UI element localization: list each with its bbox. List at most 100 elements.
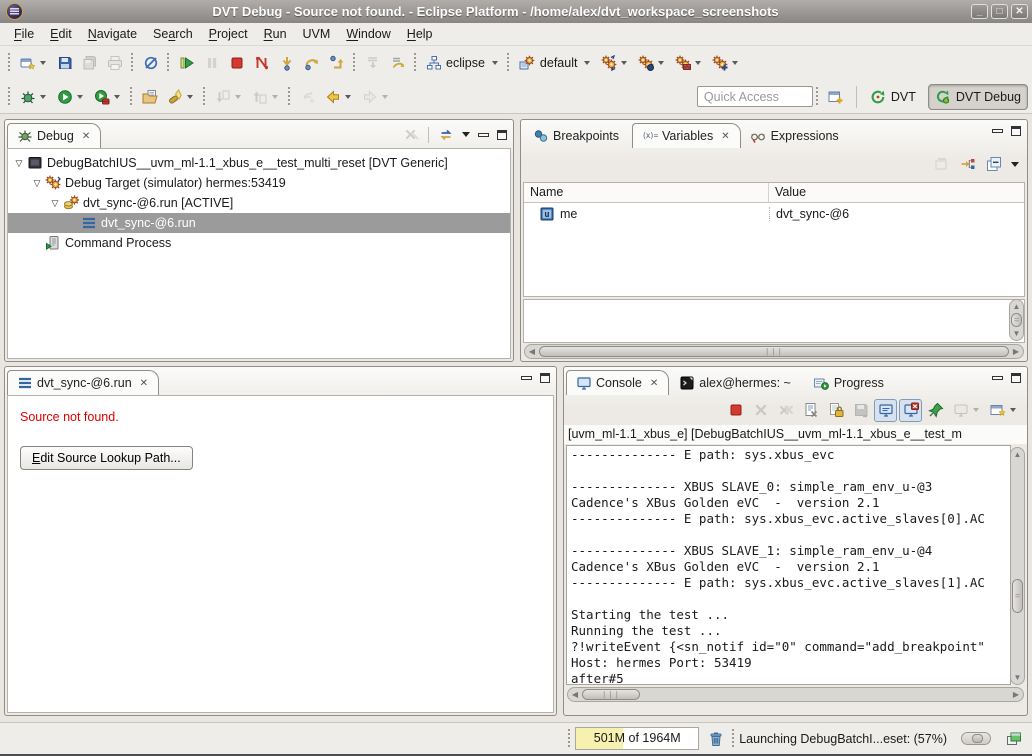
menu-navigate[interactable]: Navigate: [80, 25, 145, 43]
step-return-button[interactable]: [324, 50, 349, 76]
debug-bug-button[interactable]: [15, 84, 52, 110]
save-button[interactable]: [52, 50, 77, 76]
terminate-button[interactable]: [724, 399, 747, 422]
chevron-down-icon[interactable]: [492, 61, 498, 65]
tab-debug[interactable]: Debug ✕: [7, 123, 101, 148]
run-button[interactable]: [52, 84, 89, 110]
tab-variables[interactable]: (x)=Variables✕: [632, 123, 741, 148]
tab-editor-dvt-sync[interactable]: dvt_sync-@6.run ✕: [7, 370, 159, 395]
close-button[interactable]: ✕: [1011, 4, 1028, 19]
toolbar-grip[interactable]: [202, 87, 205, 107]
console-horizontal-scrollbar[interactable]: ◀ ▶: [567, 687, 1024, 702]
tab-editor-close-icon[interactable]: ✕: [138, 378, 150, 389]
expander-icon[interactable]: ▽: [12, 158, 26, 169]
variables-horizontal-scrollbar[interactable]: ◀ ▶: [524, 344, 1024, 359]
toolbar-grip[interactable]: [129, 87, 132, 107]
skip-breakpoints-button[interactable]: [138, 50, 163, 76]
chevron-down-icon[interactable]: [40, 95, 46, 99]
maximize-view-icon[interactable]: [1011, 373, 1021, 383]
open-console-button[interactable]: [986, 399, 1021, 422]
tab-breakpoints[interactable]: Breakpoints: [523, 123, 632, 148]
gear-arrows-button[interactable]: [596, 50, 633, 76]
tab-expressions[interactable]: Expressions: [741, 123, 852, 148]
chevron-down-icon[interactable]: [114, 95, 120, 99]
chevron-down-icon[interactable]: [382, 95, 388, 99]
menu-edit[interactable]: Edit: [42, 25, 80, 43]
hierarchy-button[interactable]: eclipse: [421, 50, 504, 76]
toolbar-grip[interactable]: [7, 87, 10, 107]
chevron-down-icon[interactable]: [584, 61, 590, 65]
toolbar-grip[interactable]: [507, 53, 510, 73]
terminate-button[interactable]: [224, 50, 249, 76]
chevron-down-icon[interactable]: [1010, 408, 1016, 412]
gear-plus-button[interactable]: [707, 50, 744, 76]
chevron-down-icon[interactable]: [621, 61, 627, 65]
tree-item-debug-target-simulator-hermes-53419[interactable]: ▽Debug Target (simulator) hermes:53419: [8, 173, 510, 193]
toolbar-grip[interactable]: [413, 53, 416, 73]
show-stdout-button[interactable]: [874, 399, 897, 422]
tab-close-icon[interactable]: ✕: [719, 131, 731, 142]
chevron-down-icon[interactable]: [732, 61, 738, 65]
scroll-lock-button[interactable]: [824, 399, 847, 422]
use-step-filters-button[interactable]: [385, 50, 410, 76]
pin-console-button[interactable]: [924, 399, 947, 422]
variables-detail-pane[interactable]: [523, 299, 1025, 343]
back-button[interactable]: [320, 84, 357, 110]
coverage-button[interactable]: [89, 84, 126, 110]
toolbar-grip[interactable]: [287, 87, 290, 107]
gear-brick-button[interactable]: [670, 50, 707, 76]
show-stderr-button[interactable]: [899, 399, 922, 422]
tree-item-dvt-sync-6-run[interactable]: dvt_sync-@6.run: [8, 213, 510, 233]
maximize-view-icon[interactable]: [497, 130, 507, 140]
minimize-view-icon[interactable]: [478, 133, 489, 137]
variable-row[interactable]: umedvt_sync-@6: [524, 203, 1024, 224]
step-over-button[interactable]: [299, 50, 324, 76]
clear-console-button[interactable]: [799, 399, 822, 422]
menu-help[interactable]: Help: [399, 25, 441, 43]
show-progress-view-button[interactable]: [1001, 726, 1026, 752]
chevron-down-icon[interactable]: [973, 408, 979, 412]
menu-window[interactable]: Window: [338, 25, 398, 43]
detail-vertical-scrollbar[interactable]: ▲ ▼: [1009, 299, 1024, 341]
tree-item-dvt-sync-6-run-active-[interactable]: ▽dvt_sync-@6.run [ACTIVE]: [8, 193, 510, 213]
chevron-down-icon[interactable]: [272, 95, 278, 99]
chevron-down-icon[interactable]: [77, 95, 83, 99]
toolbar-grip[interactable]: [130, 53, 133, 73]
tab-console[interactable]: Console✕: [566, 370, 669, 395]
toolbar-grip[interactable]: [166, 53, 169, 73]
column-header-value[interactable]: Value: [769, 183, 812, 202]
default-config-button[interactable]: default: [515, 50, 597, 76]
collapse-all-icon[interactable]: [985, 156, 1002, 173]
resume-button[interactable]: [174, 50, 199, 76]
quick-access-input[interactable]: [697, 86, 813, 107]
disconnect-button[interactable]: [249, 50, 274, 76]
minimize-view-icon[interactable]: [521, 376, 532, 380]
toolbar-grip[interactable]: [7, 53, 10, 73]
maximize-button[interactable]: □: [991, 4, 1008, 19]
tree-item-debugbatchius-uvm-ml-1-1-xbus-e-test-mul[interactable]: ▽DebugBatchIUS__uvm_ml-1.1_xbus_e__test_…: [8, 153, 510, 173]
minimize-button[interactable]: _: [971, 4, 988, 19]
tab-alex-hermes-[interactable]: alex@hermes: ~: [669, 370, 804, 395]
console-output[interactable]: -------------- E path: sys.xbus_evc-----…: [566, 445, 1011, 685]
menu-run[interactable]: Run: [256, 25, 295, 43]
chevron-down-icon[interactable]: [345, 95, 351, 99]
chevron-down-icon[interactable]: [40, 61, 46, 65]
column-header-name[interactable]: Name: [524, 183, 769, 202]
chevron-down-icon[interactable]: [658, 61, 664, 65]
expander-icon[interactable]: ▽: [30, 178, 44, 189]
perspective-dvt-debug-button[interactable]: DVT Debug: [928, 84, 1028, 110]
menu-uvm[interactable]: UVM: [295, 25, 339, 43]
perspective-dvt-button[interactable]: DVT: [864, 84, 922, 110]
tab-debug-close-icon[interactable]: ✕: [80, 131, 92, 142]
chevron-down-icon[interactable]: [187, 95, 193, 99]
view-menu-icon[interactable]: [1011, 162, 1019, 167]
tab-close-icon[interactable]: ✕: [648, 378, 660, 389]
minimize-view-icon[interactable]: [992, 376, 1003, 380]
maximize-view-icon[interactable]: [540, 373, 550, 383]
view-layout-icon[interactable]: [437, 126, 454, 143]
chevron-down-icon[interactable]: [235, 95, 241, 99]
maximize-view-icon[interactable]: [1011, 126, 1021, 136]
open-resource-button[interactable]: [137, 84, 162, 110]
run-garbage-collector-button[interactable]: [703, 726, 728, 752]
show-logical-structure-icon[interactable]: [959, 156, 976, 173]
